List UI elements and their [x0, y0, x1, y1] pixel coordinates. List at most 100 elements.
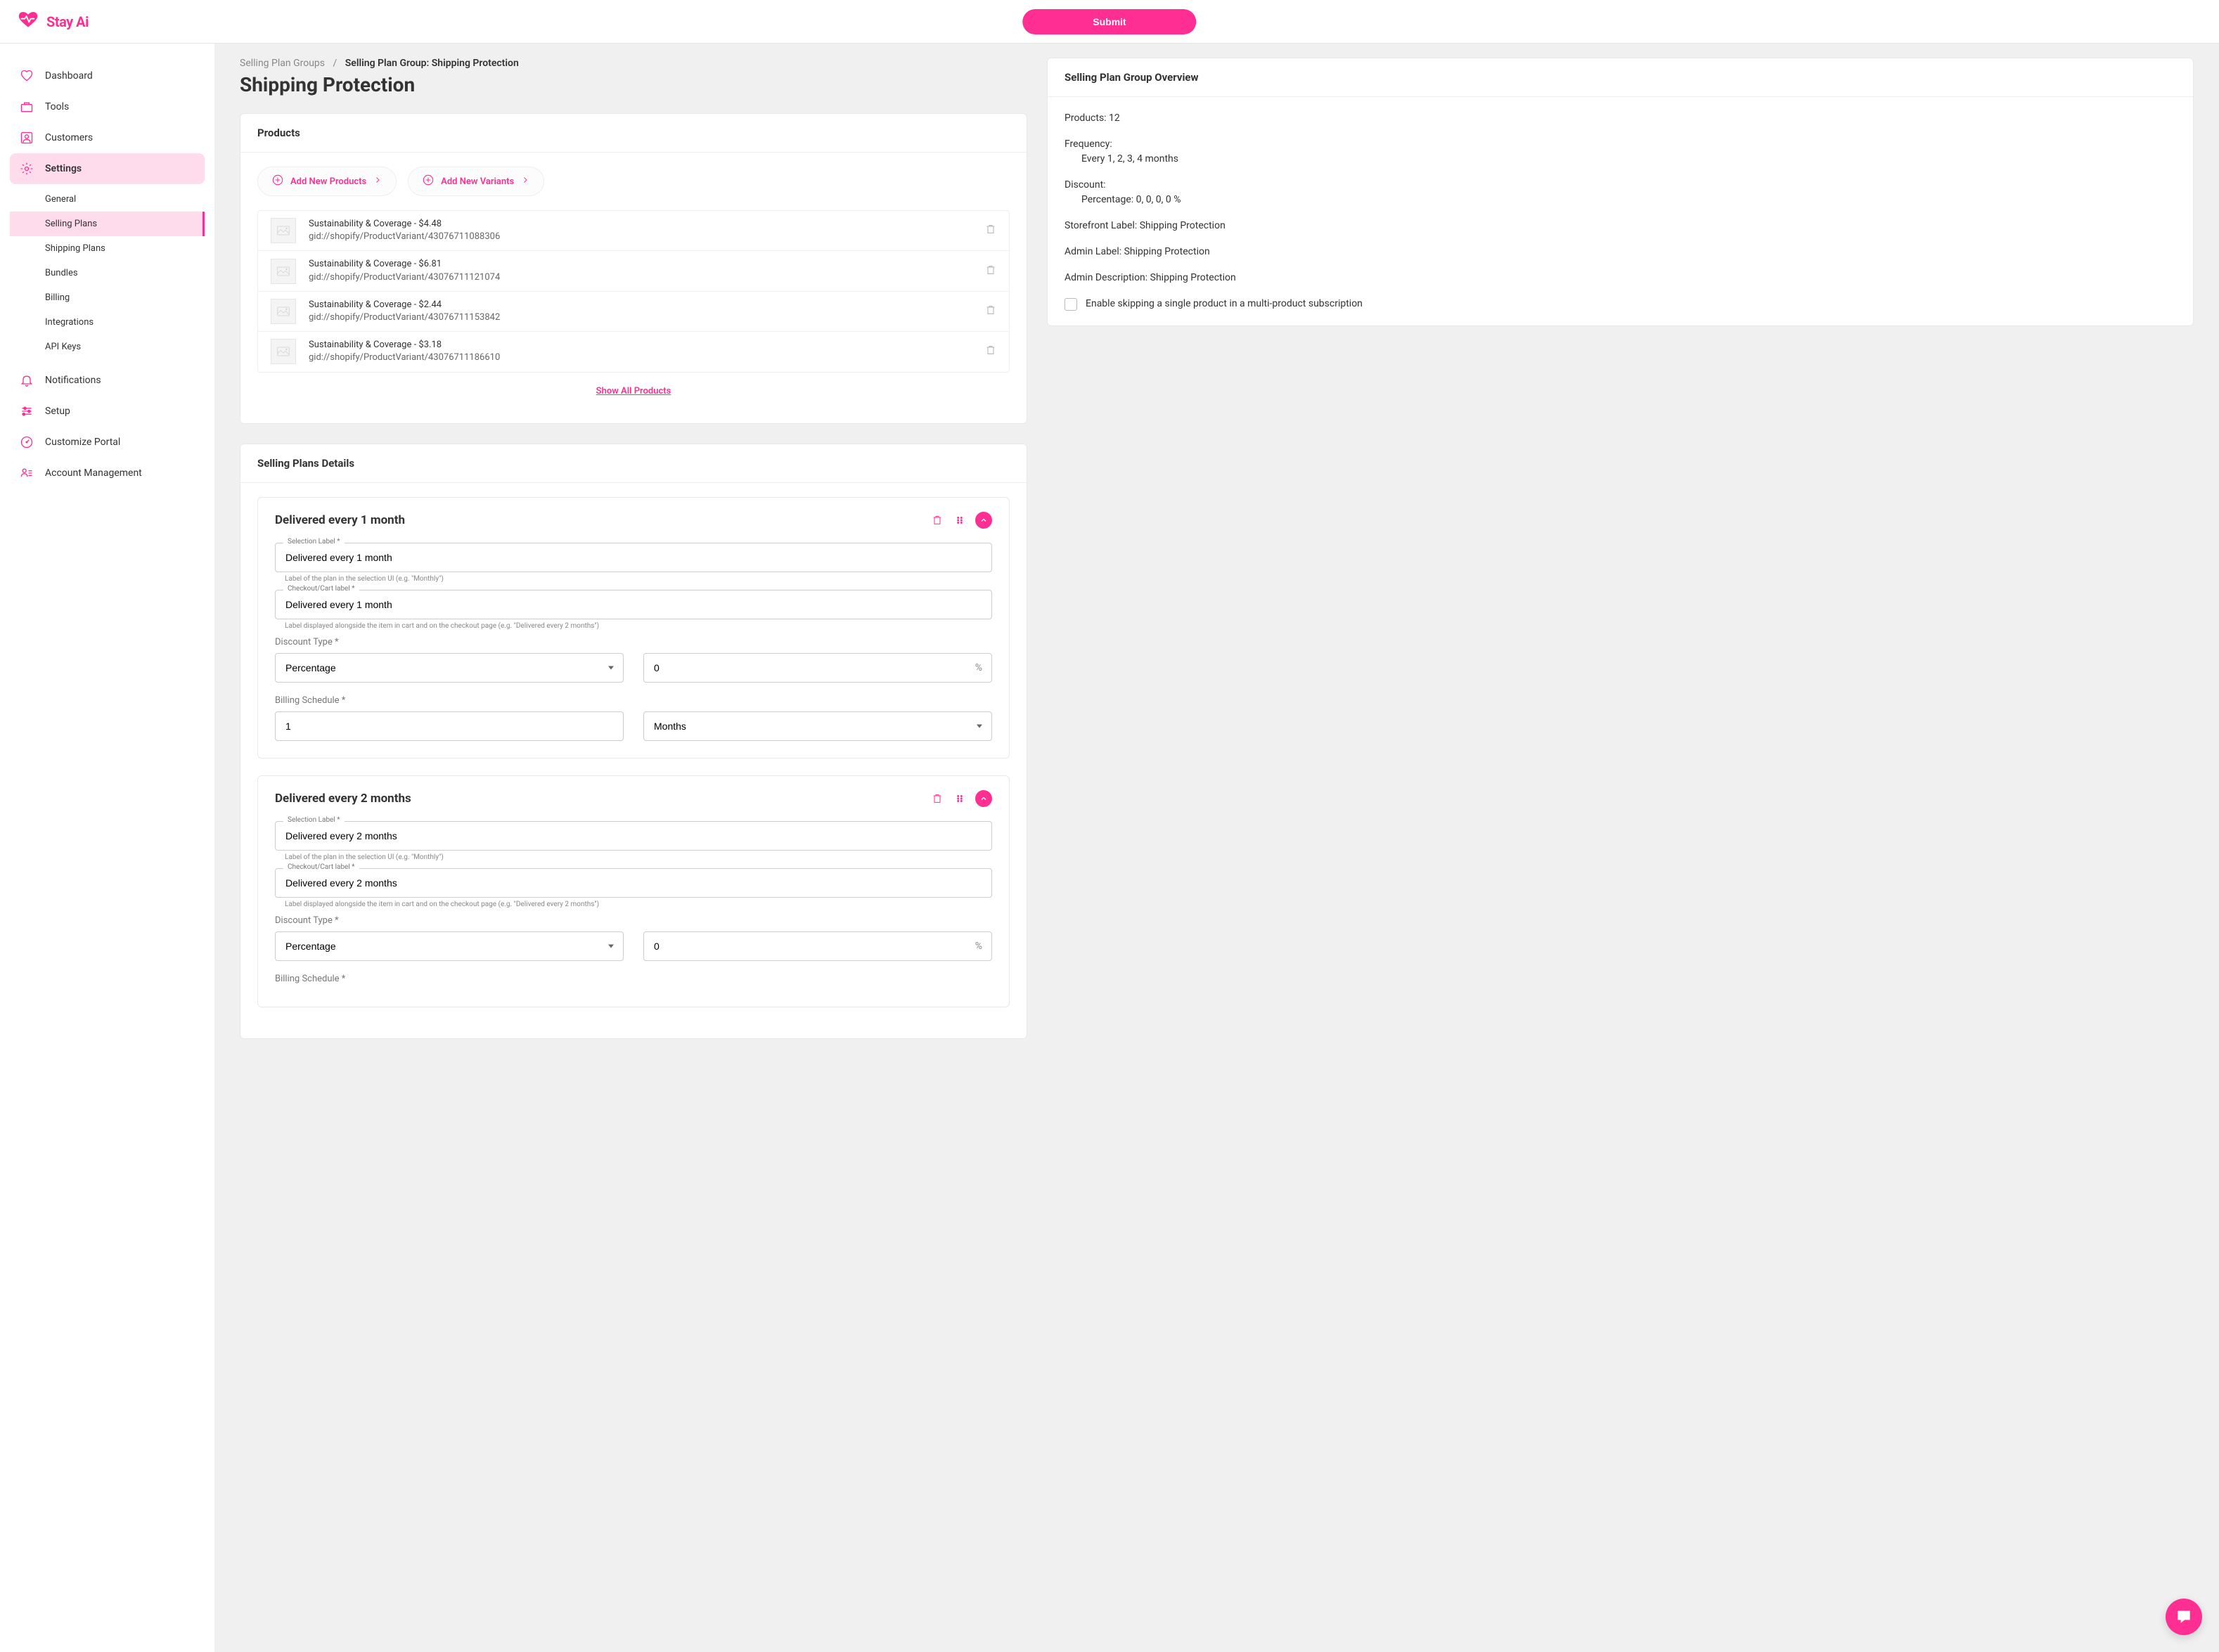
billing-interval-input[interactable] — [275, 711, 624, 741]
collapse-plan-button[interactable] — [975, 790, 992, 807]
delete-product-button[interactable] — [985, 224, 996, 238]
product-title: Sustainability & Coverage - $2.44 — [309, 299, 972, 311]
skip-product-checkbox[interactable] — [1065, 298, 1077, 311]
product-list: Sustainability & Coverage - $4.48 gid://… — [257, 210, 1010, 373]
subnav-shipping-plans[interactable]: Shipping Plans — [10, 236, 205, 261]
overview-frequency: Frequency: Every 1, 2, 3, 4 months — [1065, 137, 2176, 167]
checkout-label-helper: Label displayed alongside the item in ca… — [285, 901, 992, 908]
show-all-products: Show All Products — [257, 373, 1010, 409]
subnav-general[interactable]: General — [10, 187, 205, 212]
product-thumbnail — [271, 339, 296, 364]
show-all-products-link[interactable]: Show All Products — [596, 386, 671, 396]
add-new-variants-button[interactable]: Add New Variants — [408, 167, 544, 196]
delete-product-button[interactable] — [985, 264, 996, 278]
plan-card: Delivered every 1 month Selection Label … — [257, 497, 1010, 759]
product-gid: gid://shopify/ProductVariant/43076711153… — [309, 311, 972, 324]
product-title: Sustainability & Coverage - $6.81 — [309, 258, 972, 271]
selection-label-helper: Label of the plan in the selection UI (e… — [285, 575, 992, 583]
checkout-label-caption: Checkout/Cart label * — [283, 585, 359, 593]
sidebar-item-label: Dashboard — [45, 70, 93, 82]
sidebar-item-notifications[interactable]: Notifications — [10, 365, 205, 396]
billing-schedule-label: Billing Schedule * — [275, 695, 624, 706]
toolbox-icon — [20, 100, 34, 114]
product-gid: gid://shopify/ProductVariant/43076711121… — [309, 271, 972, 284]
sidebar-item-label: Setup — [45, 406, 70, 417]
product-row: Sustainability & Coverage - $2.44 gid://… — [258, 292, 1009, 332]
product-row: Sustainability & Coverage - $3.18 gid://… — [258, 332, 1009, 371]
sidebar-item-settings[interactable]: Settings — [10, 153, 205, 184]
billing-unit-select[interactable]: Months — [643, 711, 992, 741]
subnav-api-keys[interactable]: API Keys — [10, 335, 205, 359]
breadcrumb: Selling Plan Groups / Selling Plan Group… — [240, 58, 1027, 69]
drag-handle-icon[interactable] — [953, 792, 967, 806]
collapse-plan-button[interactable] — [975, 512, 992, 529]
delete-product-button[interactable] — [985, 304, 996, 318]
submit-button[interactable]: Submit — [1022, 9, 1196, 34]
checkout-label-caption: Checkout/Cart label * — [283, 863, 359, 871]
overview-admin-description: Admin Description: Shipping Protection — [1065, 271, 2176, 285]
sidebar-item-customers[interactable]: Customers — [10, 122, 205, 153]
subnav-selling-plans[interactable]: Selling Plans — [10, 212, 205, 236]
skip-product-label: Enable skipping a single product in a mu… — [1086, 297, 1363, 311]
heart-icon — [20, 69, 34, 83]
products-card-title: Products — [240, 114, 1027, 153]
chat-launcher-button[interactable] — [2166, 1599, 2202, 1635]
product-gid: gid://shopify/ProductVariant/43076711088… — [309, 231, 972, 243]
discount-type-label: Discount Type * — [275, 915, 624, 926]
product-row: Sustainability & Coverage - $4.48 gid://… — [258, 211, 1009, 251]
discount-type-select[interactable]: Percentage — [275, 931, 624, 961]
checkout-label-helper: Label displayed alongside the item in ca… — [285, 622, 992, 630]
page-title: Shipping Protection — [240, 73, 1027, 96]
sidebar: Dashboard Tools Customers Settings Gener… — [0, 44, 214, 1652]
percent-suffix: % — [975, 662, 982, 673]
plan-title: Delivered every 1 month — [275, 513, 930, 527]
checkout-label-input[interactable] — [275, 590, 992, 619]
discount-value-input[interactable] — [643, 653, 992, 683]
breadcrumb-parent[interactable]: Selling Plan Groups — [240, 58, 325, 69]
discount-value-input[interactable] — [643, 931, 992, 961]
selling-plans-details-card: Selling Plans Details Delivered every 1 … — [240, 444, 1027, 1039]
delete-plan-button[interactable] — [930, 792, 944, 806]
app-header: Stay Ai Submit — [0, 0, 2219, 44]
bell-icon — [20, 373, 34, 387]
sidebar-item-customize-portal[interactable]: Customize Portal — [10, 427, 205, 458]
subnav-bundles[interactable]: Bundles — [10, 261, 205, 285]
subnav-integrations[interactable]: Integrations — [10, 310, 205, 335]
sidebar-item-label: Notifications — [45, 375, 101, 386]
skip-product-row: Enable skipping a single product in a mu… — [1065, 297, 2176, 311]
button-label: Add New Variants — [441, 176, 514, 187]
product-text: Sustainability & Coverage - $6.81 gid://… — [309, 258, 972, 283]
selection-label-input[interactable] — [275, 543, 992, 572]
overview-title: Selling Plan Group Overview — [1048, 58, 2193, 97]
sidebar-item-dashboard[interactable]: Dashboard — [10, 60, 205, 91]
subnav-billing[interactable]: Billing — [10, 285, 205, 310]
overview-products: Products: 12 — [1065, 111, 2176, 126]
sidebar-item-label: Account Management — [45, 467, 142, 479]
delete-product-button[interactable] — [985, 344, 996, 359]
gauge-icon — [20, 435, 34, 449]
discount-type-select[interactable]: Percentage — [275, 653, 624, 683]
selection-label-input[interactable] — [275, 821, 992, 851]
sidebar-item-account-management[interactable]: Account Management — [10, 458, 205, 489]
gear-icon — [20, 162, 34, 176]
product-thumbnail — [271, 218, 296, 243]
sidebar-item-label: Customize Portal — [45, 437, 120, 448]
add-new-products-button[interactable]: Add New Products — [257, 167, 397, 196]
chevron-right-icon — [373, 176, 382, 187]
drag-handle-icon[interactable] — [953, 513, 967, 527]
chat-icon — [2175, 1608, 2193, 1626]
product-gid: gid://shopify/ProductVariant/43076711186… — [309, 351, 972, 364]
logo[interactable]: Stay Ai — [17, 12, 89, 32]
product-row: Sustainability & Coverage - $6.81 gid://… — [258, 251, 1009, 291]
plus-circle-icon — [423, 174, 434, 188]
sidebar-item-setup[interactable]: Setup — [10, 396, 205, 427]
checkout-label-input[interactable] — [275, 868, 992, 898]
overview-discount: Discount: Percentage: 0, 0, 0, 0 % — [1065, 178, 2176, 207]
product-text: Sustainability & Coverage - $3.18 gid://… — [309, 339, 972, 364]
overview-admin-label: Admin Label: Shipping Protection — [1065, 245, 2176, 259]
selling-plans-details-title: Selling Plans Details — [240, 444, 1027, 483]
delete-plan-button[interactable] — [930, 513, 944, 527]
sidebar-item-tools[interactable]: Tools — [10, 91, 205, 122]
product-thumbnail — [271, 299, 296, 324]
product-text: Sustainability & Coverage - $4.48 gid://… — [309, 218, 972, 243]
